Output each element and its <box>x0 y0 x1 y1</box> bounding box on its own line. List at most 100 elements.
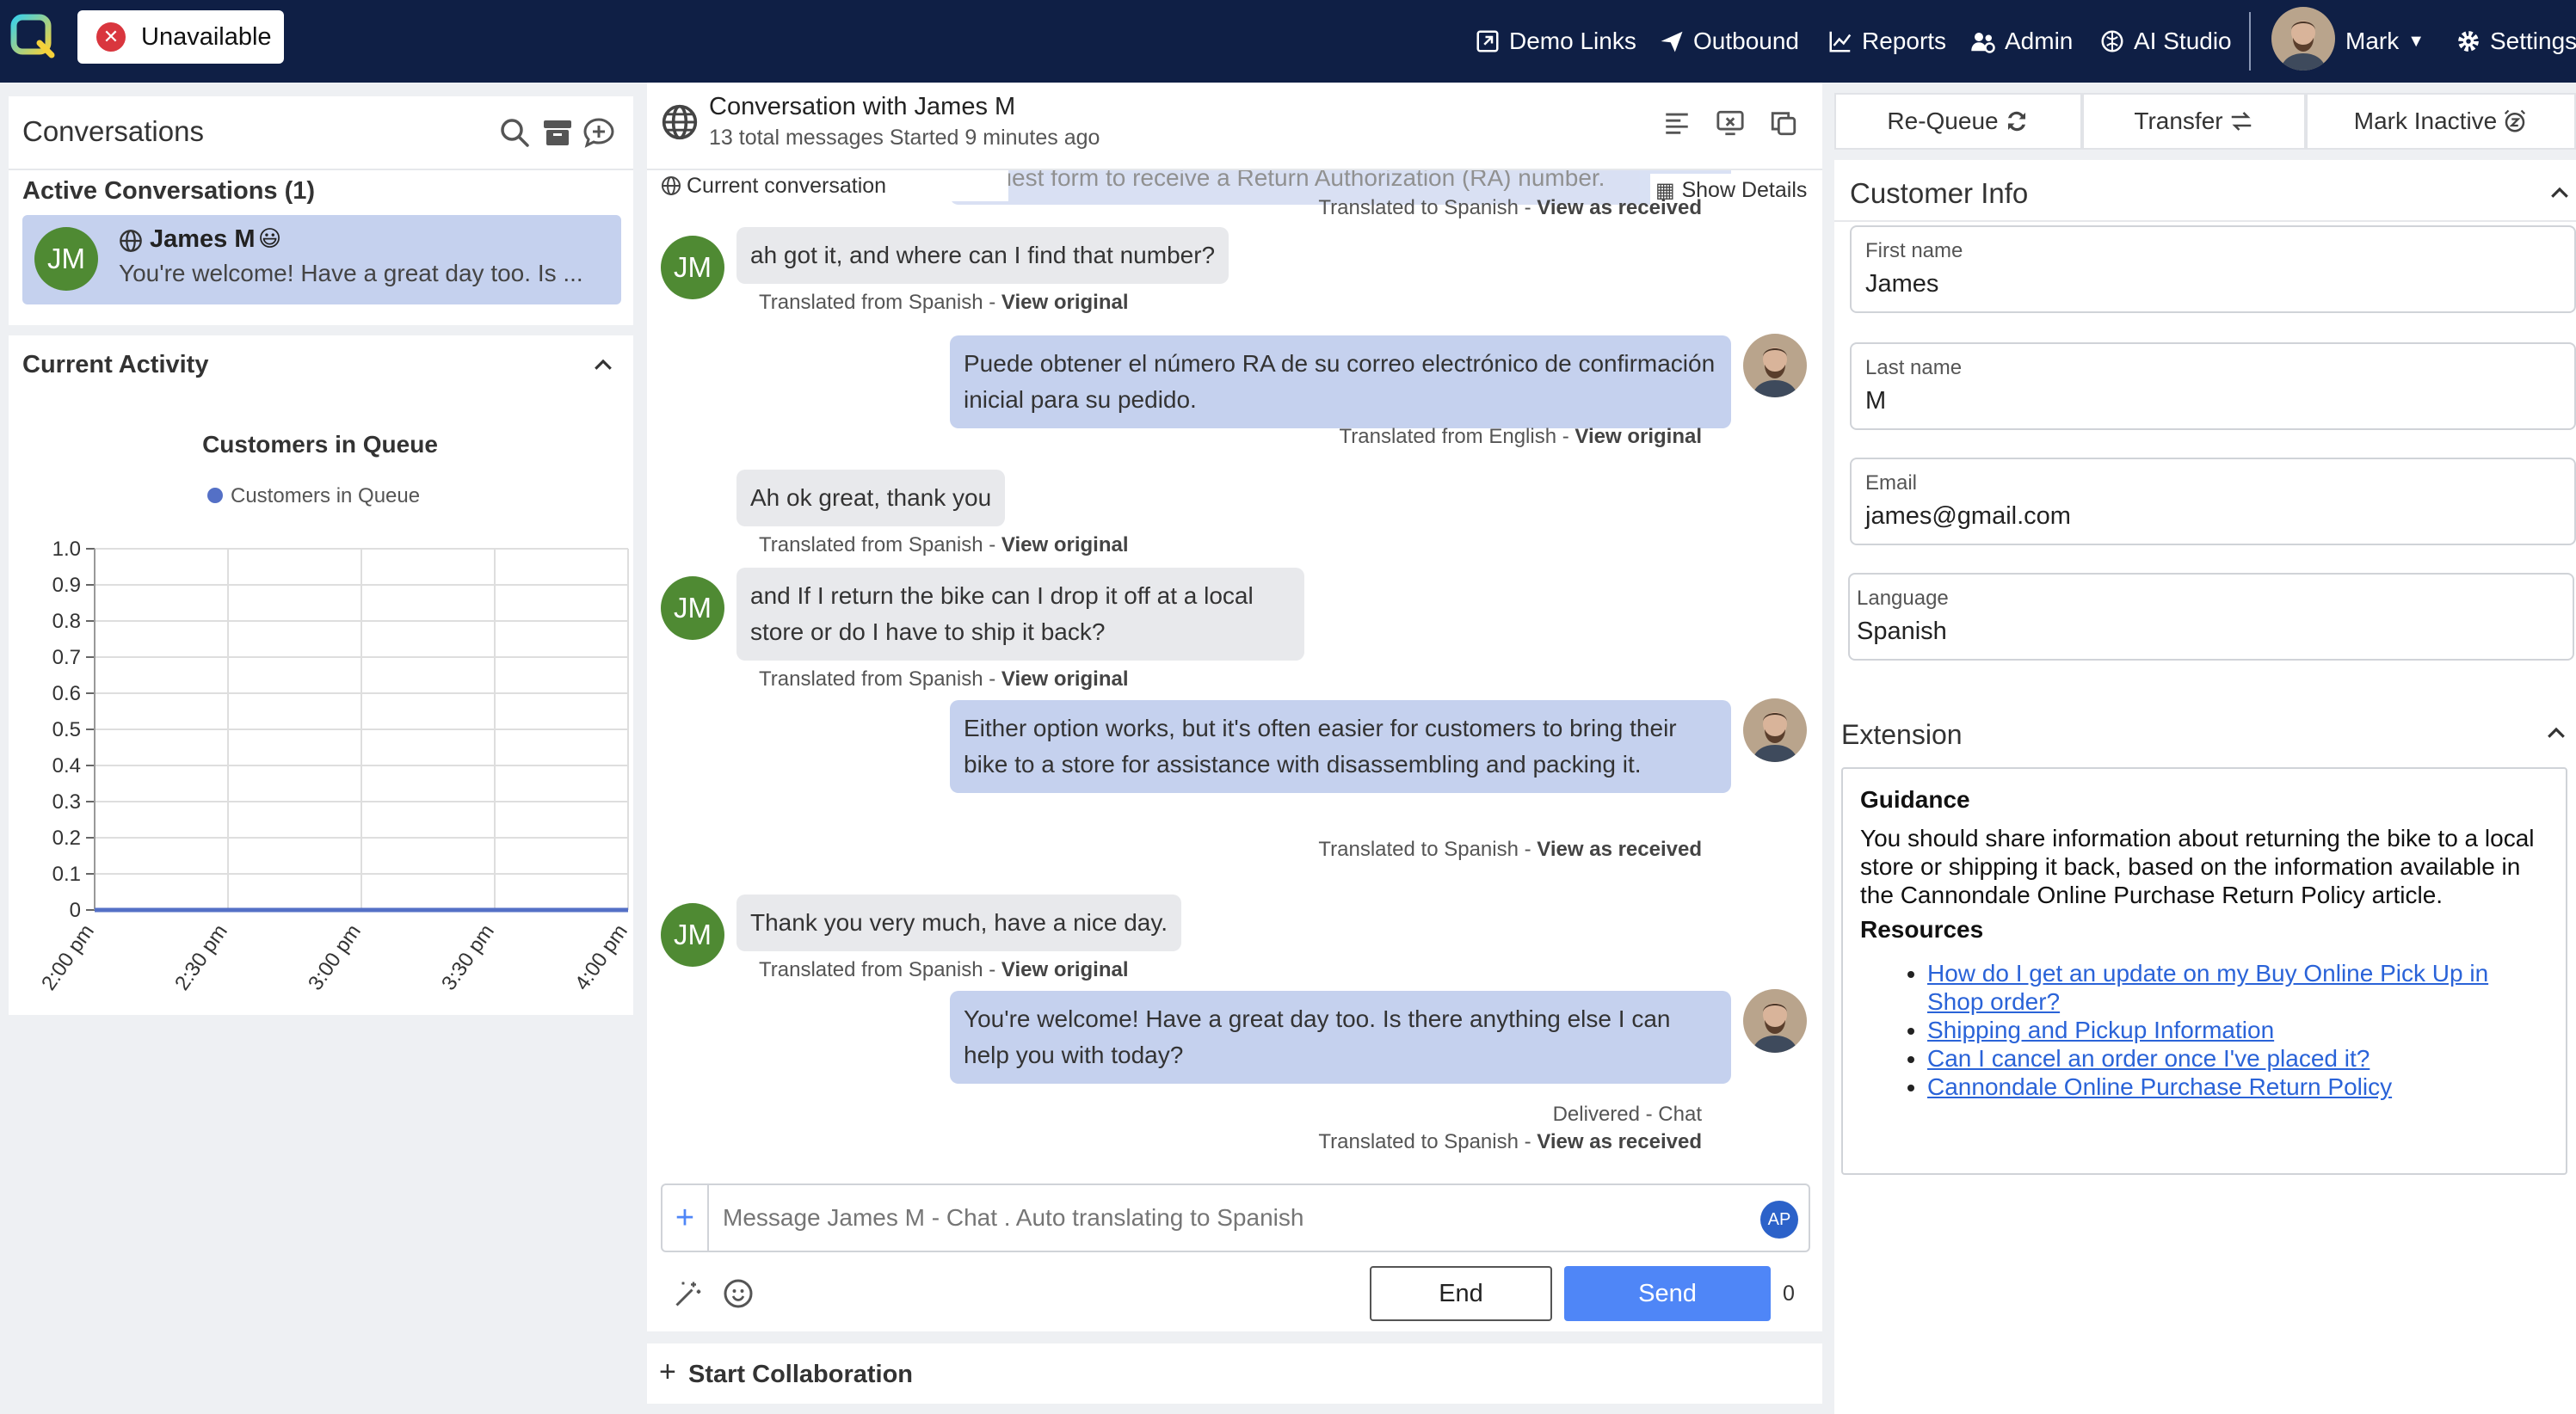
auto-translate-badge[interactable]: AP <box>1760 1201 1798 1239</box>
view-original-link[interactable]: View original <box>1001 958 1129 981</box>
y-tick-label: 0.3 <box>52 790 81 814</box>
language-label: Language <box>1857 587 1949 610</box>
y-tick-label: 0.5 <box>52 718 81 741</box>
message-input[interactable] <box>723 1196 1738 1240</box>
y-tick-label: 0.7 <box>52 646 81 669</box>
transfer-label: Transfer <box>2134 108 2223 134</box>
legend-label: Customers in Queue <box>231 484 420 507</box>
availability-status-button[interactable]: ✕ Unavailable <box>77 10 284 64</box>
resource-link[interactable]: Cannondale Online Purchase Return Policy <box>1927 1073 2392 1100</box>
contact-avatar: JM <box>34 227 98 291</box>
conversations-title: Conversations <box>22 115 204 147</box>
users-cog-icon <box>1971 33 1995 53</box>
mark-inactive-label: Mark Inactive <box>2353 108 2498 134</box>
nav-admin-label: Admin <box>2005 28 2074 54</box>
nav-admin[interactable]: Admin <box>1970 0 2073 83</box>
resource-link[interactable]: Can I cancel an order once I've placed i… <box>1927 1045 2370 1072</box>
conversation-actions-bar: Re-Queue Transfer Mark Inactive <box>1834 93 2576 150</box>
user-avatar-image <box>2271 7 2335 71</box>
globe-icon <box>662 176 681 195</box>
email-value: james@gmail.com <box>1865 502 2071 530</box>
end-button[interactable]: End <box>1370 1266 1552 1321</box>
nav-reports[interactable]: Reports <box>1827 0 1946 83</box>
y-tick-label: 0.9 <box>52 574 81 597</box>
mark-inactive-button[interactable]: Mark Inactive <box>2306 93 2576 150</box>
conversation-panel: Conversation with James M 13 total messa… <box>647 83 1822 1331</box>
y-tick-label: 0 <box>70 899 81 922</box>
resource-link-item: Shipping and Pickup Information <box>1927 1016 2548 1044</box>
resource-link-item: How do I get an update on my Buy Online … <box>1927 959 2548 1016</box>
emoji-icon[interactable] <box>723 1278 754 1309</box>
nav-reports-label: Reports <box>1862 28 1947 54</box>
new-conversation-icon[interactable] <box>582 115 616 150</box>
align-left-icon[interactable] <box>1662 108 1692 138</box>
view-as-received-link[interactable]: View as received <box>1537 838 1702 861</box>
nav-settings-label: Settings <box>2490 28 2576 54</box>
chevron-up-icon[interactable] <box>2547 181 2573 206</box>
requeue-arrows-icon <box>2007 111 2025 132</box>
view-original-link[interactable]: View original <box>1001 533 1129 556</box>
search-icon[interactable] <box>497 115 532 150</box>
resource-link[interactable]: Shipping and Pickup Information <box>1927 1017 2274 1043</box>
requeue-button[interactable]: Re-Queue <box>1834 93 2082 150</box>
chevron-up-icon[interactable] <box>2543 721 2569 747</box>
app-logo-icon[interactable] <box>10 14 55 58</box>
message-bubble-outgoing: Puede obtener el número RA de su correo … <box>950 335 1731 428</box>
contact-avatar: JM <box>661 903 724 967</box>
agent-avatar <box>1743 989 1807 1053</box>
message-meta: Translated from Spanish - View original <box>759 533 1129 556</box>
nav-ai-studio[interactable]: AI Studio <box>2099 0 2232 83</box>
message-meta: Translated from Spanish - View original <box>759 958 1129 981</box>
unavailable-x-icon: ✕ <box>96 22 126 52</box>
archive-icon[interactable] <box>540 115 575 150</box>
send-button[interactable]: Send <box>1564 1266 1771 1321</box>
start-collaboration-bar[interactable]: + Start Collaboration <box>647 1343 1822 1404</box>
y-tick-label: 0.2 <box>52 827 81 850</box>
view-as-received-link[interactable]: View as received <box>1537 1130 1702 1153</box>
legend-marker <box>207 488 223 503</box>
contact-name: James M <box>150 225 256 253</box>
view-as-received-link[interactable]: View as received <box>1537 196 1702 219</box>
conversation-list-item[interactable]: JM James M 😃 You're welcome! Have a grea… <box>22 215 621 304</box>
resource-link-item: Can I cancel an order once I've placed i… <box>1927 1044 2548 1073</box>
last-name-field[interactable]: Last name M <box>1850 342 2576 430</box>
message-bubble-incoming: Ah ok great, thank you <box>736 470 1006 526</box>
conversation-preview: You're welcome! Have a great day too. Is… <box>119 260 583 286</box>
agent-avatar <box>1743 698 1807 762</box>
message-text: Ah ok great, thank you <box>750 484 992 511</box>
nav-outbound[interactable]: Outbound <box>1659 0 1799 83</box>
user-name-label: Mark <box>2345 28 2400 54</box>
message-text: Puede obtener el número RA de su correo … <box>964 350 1716 413</box>
copy-icon[interactable] <box>1769 108 1798 138</box>
message-bubble-outgoing: Either option works, but it's often easi… <box>950 700 1731 793</box>
nav-ai-studio-label: AI Studio <box>2134 28 2232 54</box>
magic-wand-icon[interactable] <box>673 1278 704 1309</box>
view-original-link[interactable]: View original <box>1001 291 1129 314</box>
transfer-button[interactable]: Transfer <box>2082 93 2306 150</box>
user-menu[interactable]: Mark ▼ <box>2345 0 2425 83</box>
line-chart-icon <box>1829 31 1852 52</box>
attach-plus-icon[interactable]: + <box>662 1185 709 1251</box>
active-conversations-header: Active Conversations (1) <box>22 177 316 205</box>
view-original-link[interactable]: View original <box>1001 667 1129 691</box>
partial-message-text: request form to receive a Return Authori… <box>964 170 1605 191</box>
first-name-field[interactable]: First name James <box>1850 225 2576 313</box>
y-tick-label: 0.6 <box>52 682 81 705</box>
start-collaboration-label: Start Collaboration <box>688 1361 914 1388</box>
screen-share-icon[interactable] <box>1716 108 1745 138</box>
requeue-label: Re-Queue <box>1887 108 1999 134</box>
nav-outbound-label: Outbound <box>1693 28 1799 54</box>
email-field[interactable]: Email james@gmail.com <box>1850 458 2576 545</box>
x-tick-label: 2:00 pm <box>37 920 99 995</box>
nav-demo-links[interactable]: Demo Links <box>1475 0 1636 83</box>
message-bubble-outgoing: You're welcome! Have a great day too. Is… <box>950 991 1731 1084</box>
conversation-title: Conversation with James M <box>709 93 1016 120</box>
message-meta: Translated to Spanish - View as received <box>1318 838 1702 861</box>
resource-link[interactable]: How do I get an update on my Buy Online … <box>1927 960 2488 1015</box>
language-field[interactable]: Language Spanish <box>1848 573 2574 661</box>
view-original-link[interactable]: View original <box>1575 425 1702 448</box>
nav-settings[interactable]: Settings <box>2456 0 2576 83</box>
user-avatar[interactable] <box>2271 7 2335 71</box>
current-conversation-label: Current conversation <box>687 174 887 198</box>
guidance-title: Guidance <box>1860 786 1970 813</box>
